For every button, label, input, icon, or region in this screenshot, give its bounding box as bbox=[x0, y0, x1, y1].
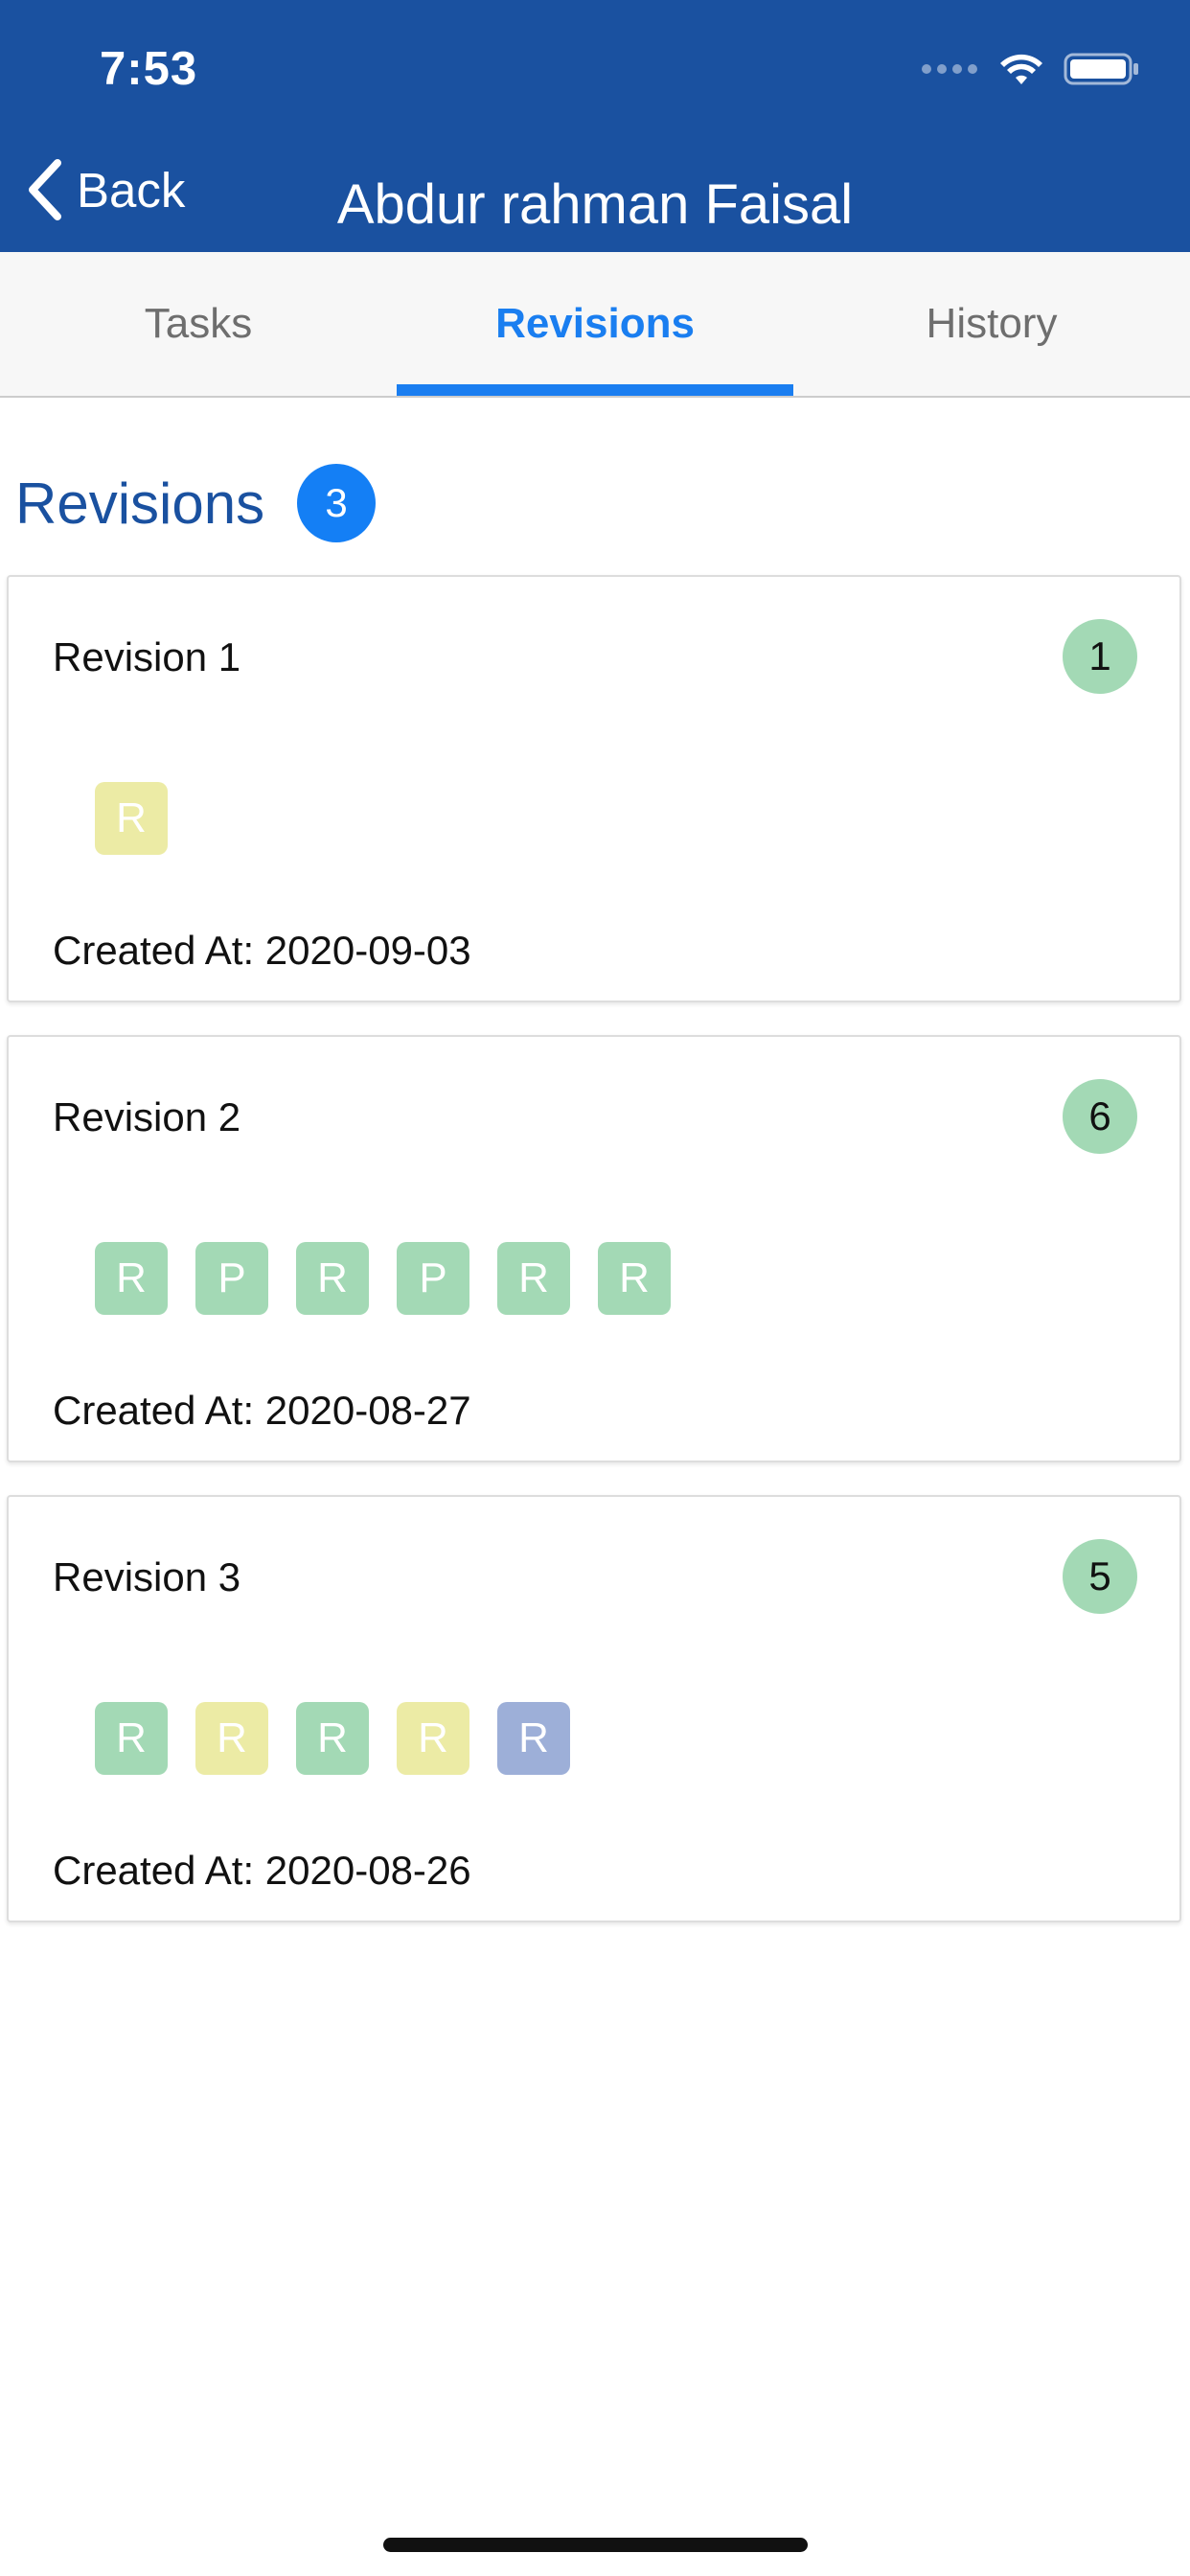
revision-title: Revision 2 bbox=[53, 1094, 241, 1139]
page-title: Abdur rahman Faisal bbox=[336, 173, 854, 236]
revision-count-badge: 1 bbox=[1063, 619, 1137, 694]
status-chip: R bbox=[195, 1702, 268, 1775]
status-chip: R bbox=[497, 1702, 570, 1775]
cellular-signal-icon bbox=[922, 64, 977, 74]
status-chip: P bbox=[195, 1242, 268, 1315]
status-chip: R bbox=[95, 1242, 168, 1315]
revision-count-badge: 6 bbox=[1063, 1079, 1137, 1154]
revision-created-at: Created At: 2020-09-03 bbox=[53, 928, 471, 973]
revision-card[interactable]: Revision 1 1 R Created At: 2020-09-03 bbox=[7, 575, 1181, 1002]
battery-icon bbox=[1064, 53, 1138, 85]
revision-created-at: Created At: 2020-08-26 bbox=[53, 1848, 471, 1893]
section-heading: Revisions 3 bbox=[15, 464, 377, 542]
home-indicator bbox=[383, 2538, 808, 2552]
revisions-count-badge: 3 bbox=[297, 464, 377, 542]
active-tab-indicator bbox=[397, 384, 793, 396]
status-chip: R bbox=[397, 1702, 469, 1775]
status-chip: R bbox=[598, 1242, 671, 1315]
revision-chips: R P R P R R bbox=[95, 1242, 698, 1315]
status-chip: P bbox=[397, 1242, 469, 1315]
tab-bar: Tasks Revisions History bbox=[0, 252, 1190, 398]
revision-created-at: Created At: 2020-08-27 bbox=[53, 1388, 471, 1433]
tab-history[interactable]: History bbox=[793, 252, 1190, 396]
wifi-icon bbox=[1000, 54, 1042, 84]
tab-revisions[interactable]: Revisions bbox=[397, 252, 793, 396]
status-time: 7:53 bbox=[100, 43, 198, 95]
revision-title: Revision 3 bbox=[53, 1554, 241, 1599]
revision-chips: R bbox=[95, 782, 195, 855]
status-chip: R bbox=[497, 1242, 570, 1315]
status-icons bbox=[922, 50, 1140, 88]
revision-card[interactable]: Revision 2 6 R P R P R R Created At: 202… bbox=[7, 1035, 1181, 1462]
status-chip: R bbox=[296, 1242, 369, 1315]
revision-chips: R R R R R bbox=[95, 1702, 598, 1775]
screen: 7:53 Back Abdur rahman Faisal Tasks Revi… bbox=[0, 0, 1190, 2576]
section-title: Revisions bbox=[15, 471, 265, 536]
status-chip: R bbox=[95, 1702, 168, 1775]
revision-count-badge: 5 bbox=[1063, 1539, 1137, 1614]
status-chip: R bbox=[95, 782, 168, 855]
nav-header: 7:53 Back Abdur rahman Faisal bbox=[0, 0, 1190, 252]
revision-card[interactable]: Revision 3 5 R R R R R Created At: 2020-… bbox=[7, 1495, 1181, 1922]
tab-tasks[interactable]: Tasks bbox=[0, 252, 397, 396]
revision-title: Revision 1 bbox=[53, 634, 241, 679]
status-chip: R bbox=[296, 1702, 369, 1775]
